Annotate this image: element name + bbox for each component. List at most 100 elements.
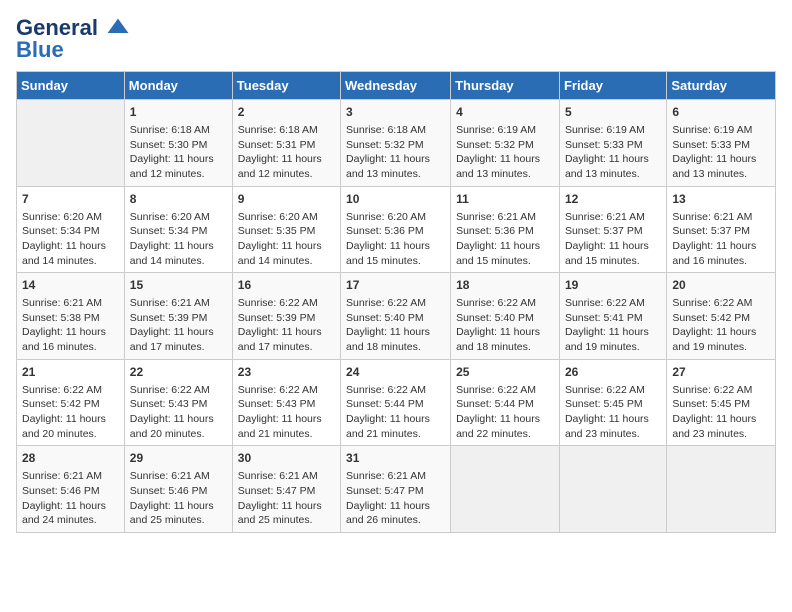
day-info: Sunrise: 6:21 AM Sunset: 5:47 PM Dayligh… (238, 469, 335, 528)
day-info: Sunrise: 6:22 AM Sunset: 5:45 PM Dayligh… (565, 383, 661, 442)
day-number: 10 (346, 191, 445, 208)
weekday-header-row: SundayMondayTuesdayWednesdayThursdayFrid… (17, 72, 776, 100)
weekday-header-tuesday: Tuesday (232, 72, 340, 100)
calendar-cell: 14 Sunrise: 6:21 AM Sunset: 5:38 PM Dayli… (17, 273, 125, 360)
calendar-cell: 29Sunrise: 6:21 AM Sunset: 5:46 PM Dayli… (124, 446, 232, 533)
day-number: 4 (456, 104, 554, 121)
day-number: 31 (346, 450, 445, 467)
weekday-header-friday: Friday (559, 72, 666, 100)
logo: General Blue (16, 16, 130, 63)
day-number: 14 (22, 277, 119, 294)
calendar-table: SundayMondayTuesdayWednesdayThursdayFrid… (16, 71, 776, 533)
day-info: Sunrise: 6:18 AM Sunset: 5:30 PM Dayligh… (130, 123, 227, 182)
day-number: 25 (456, 364, 554, 381)
calendar-cell: 12 Sunrise: 6:21 AM Sunset: 5:37 PM Dayli… (559, 186, 666, 273)
calendar-cell: 21Sunrise: 6:22 AM Sunset: 5:42 PM Dayli… (17, 359, 125, 446)
weekday-header-monday: Monday (124, 72, 232, 100)
day-info: Sunrise: 6:19 AM Sunset: 5:33 PM Dayligh… (672, 123, 770, 182)
day-info: Sunrise: 6:18 AM Sunset: 5:31 PM Dayligh… (238, 123, 335, 182)
day-number: 5 (565, 104, 661, 121)
calendar-week-row: 7Sunrise: 6:20 AM Sunset: 5:34 PM Daylig… (17, 186, 776, 273)
day-info: Sunrise: 6:22 AM Sunset: 5:43 PM Dayligh… (238, 383, 335, 442)
day-info: Sunrise: 6:19 AM Sunset: 5:32 PM Dayligh… (456, 123, 554, 182)
day-info: Sunrise: 6:22 AM Sunset: 5:45 PM Dayligh… (672, 383, 770, 442)
day-number: 6 (672, 104, 770, 121)
day-info: Sunrise: 6:22 AM Sunset: 5:42 PM Dayligh… (672, 296, 770, 355)
calendar-cell (667, 446, 776, 533)
day-number: 15 (130, 277, 227, 294)
page-header: General Blue (16, 16, 776, 63)
calendar-cell: 18 Sunrise: 6:22 AM Sunset: 5:40 PM Dayli… (451, 273, 560, 360)
day-number: 13 (672, 191, 770, 208)
calendar-cell: 6 Sunrise: 6:19 AM Sunset: 5:33 PM Daylig… (667, 100, 776, 187)
calendar-cell: 10 Sunrise: 6:20 AM Sunset: 5:36 PM Dayli… (341, 186, 451, 273)
day-number: 29 (130, 450, 227, 467)
calendar-week-row: 21Sunrise: 6:22 AM Sunset: 5:42 PM Dayli… (17, 359, 776, 446)
day-number: 18 (456, 277, 554, 294)
calendar-cell: 16Sunrise: 6:22 AM Sunset: 5:39 PM Dayli… (232, 273, 340, 360)
day-info: Sunrise: 6:21 AM Sunset: 5:39 PM Dayligh… (130, 296, 227, 355)
day-info: Sunrise: 6:20 AM Sunset: 5:34 PM Dayligh… (22, 210, 119, 269)
day-number: 2 (238, 104, 335, 121)
calendar-cell: 1 Sunrise: 6:18 AM Sunset: 5:30 PM Daylig… (124, 100, 232, 187)
calendar-cell: 28 Sunrise: 6:21 AM Sunset: 5:46 PM Dayli… (17, 446, 125, 533)
day-number: 24 (346, 364, 445, 381)
day-number: 12 (565, 191, 661, 208)
weekday-header-thursday: Thursday (451, 72, 560, 100)
calendar-cell: 22 Sunrise: 6:22 AM Sunset: 5:43 PM Dayli… (124, 359, 232, 446)
day-info: Sunrise: 6:22 AM Sunset: 5:44 PM Dayligh… (346, 383, 445, 442)
day-info: Sunrise: 6:21 AM Sunset: 5:46 PM Dayligh… (22, 469, 119, 528)
calendar-cell: 24 Sunrise: 6:22 AM Sunset: 5:44 PM Dayli… (341, 359, 451, 446)
calendar-week-row: 14 Sunrise: 6:21 AM Sunset: 5:38 PM Dayli… (17, 273, 776, 360)
day-info: Sunrise: 6:19 AM Sunset: 5:33 PM Dayligh… (565, 123, 661, 182)
day-number: 11 (456, 191, 554, 208)
calendar-week-row: 1 Sunrise: 6:18 AM Sunset: 5:30 PM Daylig… (17, 100, 776, 187)
day-info: Sunrise: 6:18 AM Sunset: 5:32 PM Dayligh… (346, 123, 445, 182)
day-info: Sunrise: 6:22 AM Sunset: 5:44 PM Dayligh… (456, 383, 554, 442)
day-number: 22 (130, 364, 227, 381)
day-number: 17 (346, 277, 445, 294)
calendar-cell: 31Sunrise: 6:21 AM Sunset: 5:47 PM Dayli… (341, 446, 451, 533)
weekday-header-saturday: Saturday (667, 72, 776, 100)
calendar-cell: 25 Sunrise: 6:22 AM Sunset: 5:44 PM Dayli… (451, 359, 560, 446)
calendar-cell: 3 Sunrise: 6:18 AM Sunset: 5:32 PM Daylig… (341, 100, 451, 187)
calendar-cell: 30 Sunrise: 6:21 AM Sunset: 5:47 PM Dayli… (232, 446, 340, 533)
day-info: Sunrise: 6:21 AM Sunset: 5:38 PM Dayligh… (22, 296, 119, 355)
calendar-cell (559, 446, 666, 533)
calendar-cell: 26 Sunrise: 6:22 AM Sunset: 5:45 PM Dayli… (559, 359, 666, 446)
day-number: 1 (130, 104, 227, 121)
day-info: Sunrise: 6:20 AM Sunset: 5:35 PM Dayligh… (238, 210, 335, 269)
day-number: 27 (672, 364, 770, 381)
calendar-cell: 27 Sunrise: 6:22 AM Sunset: 5:45 PM Dayli… (667, 359, 776, 446)
day-number: 26 (565, 364, 661, 381)
calendar-cell: 20Sunrise: 6:22 AM Sunset: 5:42 PM Dayli… (667, 273, 776, 360)
day-number: 3 (346, 104, 445, 121)
day-info: Sunrise: 6:22 AM Sunset: 5:40 PM Dayligh… (456, 296, 554, 355)
calendar-cell (17, 100, 125, 187)
day-info: Sunrise: 6:22 AM Sunset: 5:43 PM Dayligh… (130, 383, 227, 442)
day-info: Sunrise: 6:20 AM Sunset: 5:36 PM Dayligh… (346, 210, 445, 269)
day-number: 23 (238, 364, 335, 381)
logo-icon (106, 17, 130, 41)
day-number: 9 (238, 191, 335, 208)
calendar-week-row: 28 Sunrise: 6:21 AM Sunset: 5:46 PM Dayli… (17, 446, 776, 533)
day-info: Sunrise: 6:22 AM Sunset: 5:41 PM Dayligh… (565, 296, 661, 355)
day-number: 30 (238, 450, 335, 467)
day-number: 19 (565, 277, 661, 294)
calendar-cell (451, 446, 560, 533)
day-info: Sunrise: 6:20 AM Sunset: 5:34 PM Dayligh… (130, 210, 227, 269)
calendar-cell: 19 Sunrise: 6:22 AM Sunset: 5:41 PM Dayli… (559, 273, 666, 360)
day-info: Sunrise: 6:21 AM Sunset: 5:37 PM Dayligh… (565, 210, 661, 269)
calendar-cell: 13Sunrise: 6:21 AM Sunset: 5:37 PM Dayli… (667, 186, 776, 273)
day-info: Sunrise: 6:22 AM Sunset: 5:39 PM Dayligh… (238, 296, 335, 355)
calendar-cell: 4 Sunrise: 6:19 AM Sunset: 5:32 PM Daylig… (451, 100, 560, 187)
day-info: Sunrise: 6:22 AM Sunset: 5:40 PM Dayligh… (346, 296, 445, 355)
calendar-cell: 8 Sunrise: 6:20 AM Sunset: 5:34 PM Daylig… (124, 186, 232, 273)
day-number: 21 (22, 364, 119, 381)
calendar-cell: 9 Sunrise: 6:20 AM Sunset: 5:35 PM Daylig… (232, 186, 340, 273)
calendar-cell: 11Sunrise: 6:21 AM Sunset: 5:36 PM Dayli… (451, 186, 560, 273)
calendar-cell: 15 Sunrise: 6:21 AM Sunset: 5:39 PM Dayli… (124, 273, 232, 360)
day-number: 28 (22, 450, 119, 467)
day-number: 8 (130, 191, 227, 208)
calendar-cell: 2 Sunrise: 6:18 AM Sunset: 5:31 PM Daylig… (232, 100, 340, 187)
